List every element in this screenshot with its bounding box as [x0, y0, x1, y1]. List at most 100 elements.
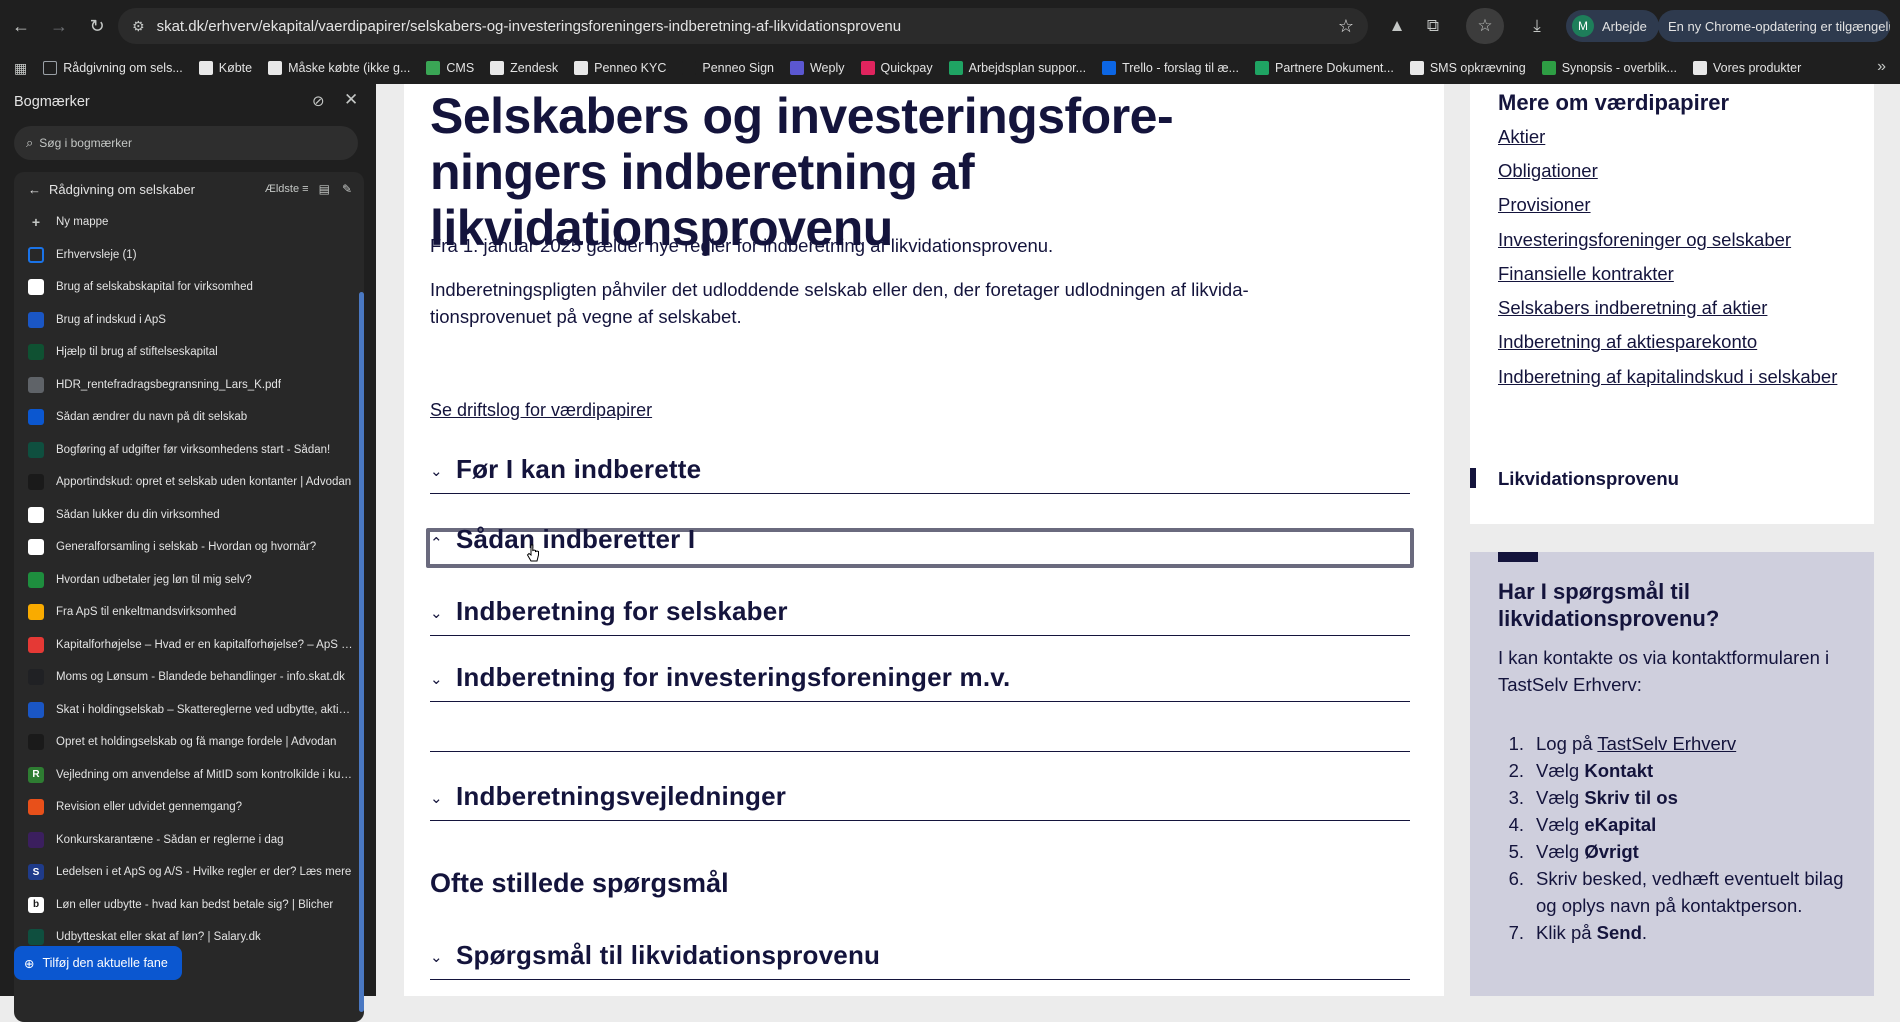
related-link-aktier[interactable]: Aktier [1498, 126, 1545, 148]
tastselv-link[interactable]: TastSelv Erhverv [1597, 733, 1736, 754]
bookmark-title: Kapitalforhøjelse – Hvad er en kapitalfo… [56, 638, 356, 651]
related-link-investeringsforeninger-og-selskaber[interactable]: Investeringsforeninger og selskaber [1498, 229, 1791, 251]
step-text: Vælg Øvrigt [1536, 838, 1848, 865]
related-link-obligationer[interactable]: Obligationer [1498, 160, 1598, 182]
bookmark-item[interactable]: R Vejledning om anvendelse af MitID som k… [14, 759, 364, 792]
bookmark-label: Zendesk [510, 61, 559, 75]
forward-icon[interactable]: → [42, 9, 76, 43]
extensions-puzzle-icon[interactable]: ⧉ [1416, 8, 1450, 44]
bookmark-title: Bogføring af udgifter før virksomhedens … [56, 443, 331, 456]
driftslog-link[interactable]: Se driftslog for værdipapirer [430, 400, 652, 421]
bookmark-købte[interactable]: Købte [198, 61, 252, 75]
related-link-finansielle-kontrakter[interactable]: Finansielle kontrakter [1498, 263, 1674, 285]
bookmark-item[interactable]: Opret et holdingselskab og få mange ford… [14, 726, 364, 759]
related-link-provisioner[interactable]: Provisioner [1498, 194, 1591, 216]
address-bar[interactable]: ⚙ skat.dk/erhverv/ekapital/vaerdipapirer… [118, 8, 1368, 44]
step-number: 4. [1508, 814, 1524, 835]
synopsis-icon [1541, 61, 1556, 75]
chevron-down-icon: ⌄ [430, 463, 443, 480]
bookmark-search-input[interactable]: ⌕ Søg i bogmærker [14, 126, 358, 160]
bookmark-item[interactable]: b Løn eller udbytte - hvad kan bedst beta… [14, 889, 364, 922]
reload-icon[interactable]: ↻ [80, 9, 114, 43]
url-text: skat.dk/erhverv/ekapital/vaerdipapirer/s… [156, 17, 902, 35]
bookmarks-overflow-icon[interactable]: » [1877, 58, 1886, 76]
site-settings-icon[interactable]: ⚙ [132, 18, 145, 35]
sheets-icon [948, 61, 963, 75]
browser-toolbar: ← → ↻ ⚙ skat.dk/erhverv/ekapital/vaerdip… [0, 0, 1900, 52]
folder-item[interactable]: Erhvervsleje (1) [14, 239, 364, 272]
bookmark-item[interactable]: Sådan lukker du din virksomhed [14, 499, 364, 532]
bookmark-sms-opkrævning[interactable]: SMS opkrævning [1409, 61, 1526, 75]
bookmark-item[interactable]: Skat i holdingselskab – Skattereglerne v… [14, 694, 364, 727]
hand-cursor-icon [526, 544, 539, 562]
bookmark-item[interactable]: Bogføring af udgifter før virksomhedens … [14, 434, 364, 467]
scrollbar[interactable] [359, 292, 364, 1012]
bookmark-trello-forslag-til-æ[interactable]: Trello - forslag til æ... [1102, 61, 1239, 75]
step-text: Skriv besked, vedhæft eventuelt bilag og… [1536, 865, 1848, 919]
update-button[interactable]: En ny Chrome-opdatering er tilgængelig [1658, 10, 1890, 42]
download-icon[interactable]: ⤓ [1520, 8, 1554, 44]
bookmark-title: Skat i holdingselskab – Skattereglerne v… [56, 703, 356, 716]
bookmark-item[interactable]: Hvordan udbetaler jeg løn til mig selv? [14, 564, 364, 597]
accordion-saadan-indberetter-i[interactable]: ⌃ Sådan indberetter I [430, 524, 1410, 564]
unpin-icon[interactable]: ⊘ [312, 92, 325, 110]
accordion-faq-likvidationsprovenu[interactable]: ⌄ Spørgsmål til likvidationsprovenu [430, 940, 1410, 980]
bookmark-star-icon[interactable]: ☆ [1338, 16, 1354, 37]
accordion-indberetning-for-selskaber[interactable]: ⌄ Indberetning for selskaber [430, 596, 1410, 636]
bookmark-cms[interactable]: CMS [426, 61, 474, 75]
view-toggle-icon[interactable]: ▤ [319, 182, 330, 196]
apps-grid-icon[interactable]: ▦ [14, 60, 27, 77]
back-arrow-icon[interactable]: ← [28, 182, 41, 197]
bookmark-penneo-sign[interactable]: Penneo Sign [682, 61, 774, 75]
close-icon[interactable]: ✕ [344, 90, 358, 110]
step-number: 3. [1508, 787, 1524, 808]
bookmark-item[interactable]: Brug af indskud i ApS [14, 304, 364, 337]
bookmark-synopsis-overblik[interactable]: Synopsis - overblik... [1541, 61, 1677, 75]
step-pre: Vælg [1536, 787, 1585, 808]
bookmark-item[interactable]: Generalforsamling i selskab - Hvordan og… [14, 531, 364, 564]
bookmark-item[interactable]: Fra ApS til enkeltmandsvirksomhed [14, 596, 364, 629]
add-current-tab-label: Tilføj den aktuelle fane [42, 956, 168, 970]
bookmark-zendesk[interactable]: Zendesk [490, 61, 558, 75]
favicon-icon [28, 409, 44, 426]
bookmark-item[interactable]: HDR_rentefradragsbegransning_Lars_K.pdf [14, 369, 364, 402]
profile-button[interactable]: M Arbejde [1566, 10, 1659, 42]
back-icon[interactable]: ← [4, 9, 38, 43]
related-link-selskabers-indberetning-af-aktier[interactable]: Selskabers indberetning af aktier [1498, 297, 1767, 319]
bookmark-quickpay[interactable]: Quickpay [860, 61, 933, 75]
bookmark-penneo-kyc[interactable]: Penneo KYC [574, 61, 666, 75]
accordion-indberetningsvejledninger[interactable]: ⌄ Indberetningsvejledninger [430, 781, 1410, 821]
bookmark-item[interactable]: Hjælp til brug af stiftelseskapital [14, 336, 364, 369]
edit-pencil-icon[interactable]: ✎ [342, 182, 352, 196]
favicon-icon [28, 539, 44, 556]
bookmark-item[interactable]: Sådan ændrer du navn på dit selskab [14, 401, 364, 434]
chevron-up-icon: ⌃ [430, 535, 443, 552]
help-accent-bar [1498, 552, 1538, 562]
bookmarks-panel-icon[interactable]: ☆ [1466, 8, 1504, 44]
related-link-indberetning-af-aktiesparekonto[interactable]: Indberetning af aktiesparekonto [1498, 331, 1757, 353]
quickpay-icon [860, 61, 875, 75]
sort-button[interactable]: Ældste ≡ [265, 183, 309, 195]
related-link-indberetning-af-kapitalindskud-i-selskaber[interactable]: Indberetning af kapitalindskud i selskab… [1498, 366, 1837, 388]
bookmark-item[interactable]: Kapitalforhøjelse – Hvad er en kapitalfo… [14, 629, 364, 662]
extension-icon[interactable]: ▲ [1380, 8, 1414, 44]
bookmark-arbejdsplan-suppor[interactable]: Arbejdsplan suppor... [948, 61, 1086, 75]
avatar: M [1572, 15, 1594, 37]
accordion-investeringsforeninger[interactable]: ⌄ Indberetning for investeringsforeninge… [430, 662, 1410, 702]
bookmark-item[interactable]: Revision eller udvidet gennemgang? [14, 791, 364, 824]
add-current-tab-button[interactable]: ⊕ Tilføj den aktuelle fane [14, 946, 182, 980]
bookmark-rådgivning-om-sels[interactable]: Rådgivning om sels... [43, 61, 183, 75]
favicon-icon [28, 831, 44, 848]
bookmark-item[interactable]: S Ledelsen i et ApS og A/S - Hvilke regle… [14, 856, 364, 889]
bookmark-item[interactable]: Apportindskud: opret et selskab uden kon… [14, 466, 364, 499]
new-folder-button[interactable]: + Ny mappe [14, 206, 364, 239]
bookmark-partnere-dokument[interactable]: Partnere Dokument... [1255, 61, 1394, 75]
accordion-label: Indberetningsvejledninger [456, 781, 787, 811]
bookmark-item[interactable]: Moms og Lønsum - Blandede behandlinger -… [14, 661, 364, 694]
bookmark-item[interactable]: Brug af selskabskapital for virksomhed [14, 271, 364, 304]
bookmark-item[interactable]: Konkurskarantæne - Sådan er reglerne i d… [14, 824, 364, 857]
bookmark-vores-produkter[interactable]: Vores produkter [1693, 61, 1801, 75]
bookmark-måske-købte-ikke-g[interactable]: Måske købte (ikke g... [268, 61, 410, 75]
accordion-foer-i-kan-indberette[interactable]: ⌄ Før I kan indberette [430, 454, 1410, 494]
bookmark-weply[interactable]: Weply [789, 61, 845, 75]
